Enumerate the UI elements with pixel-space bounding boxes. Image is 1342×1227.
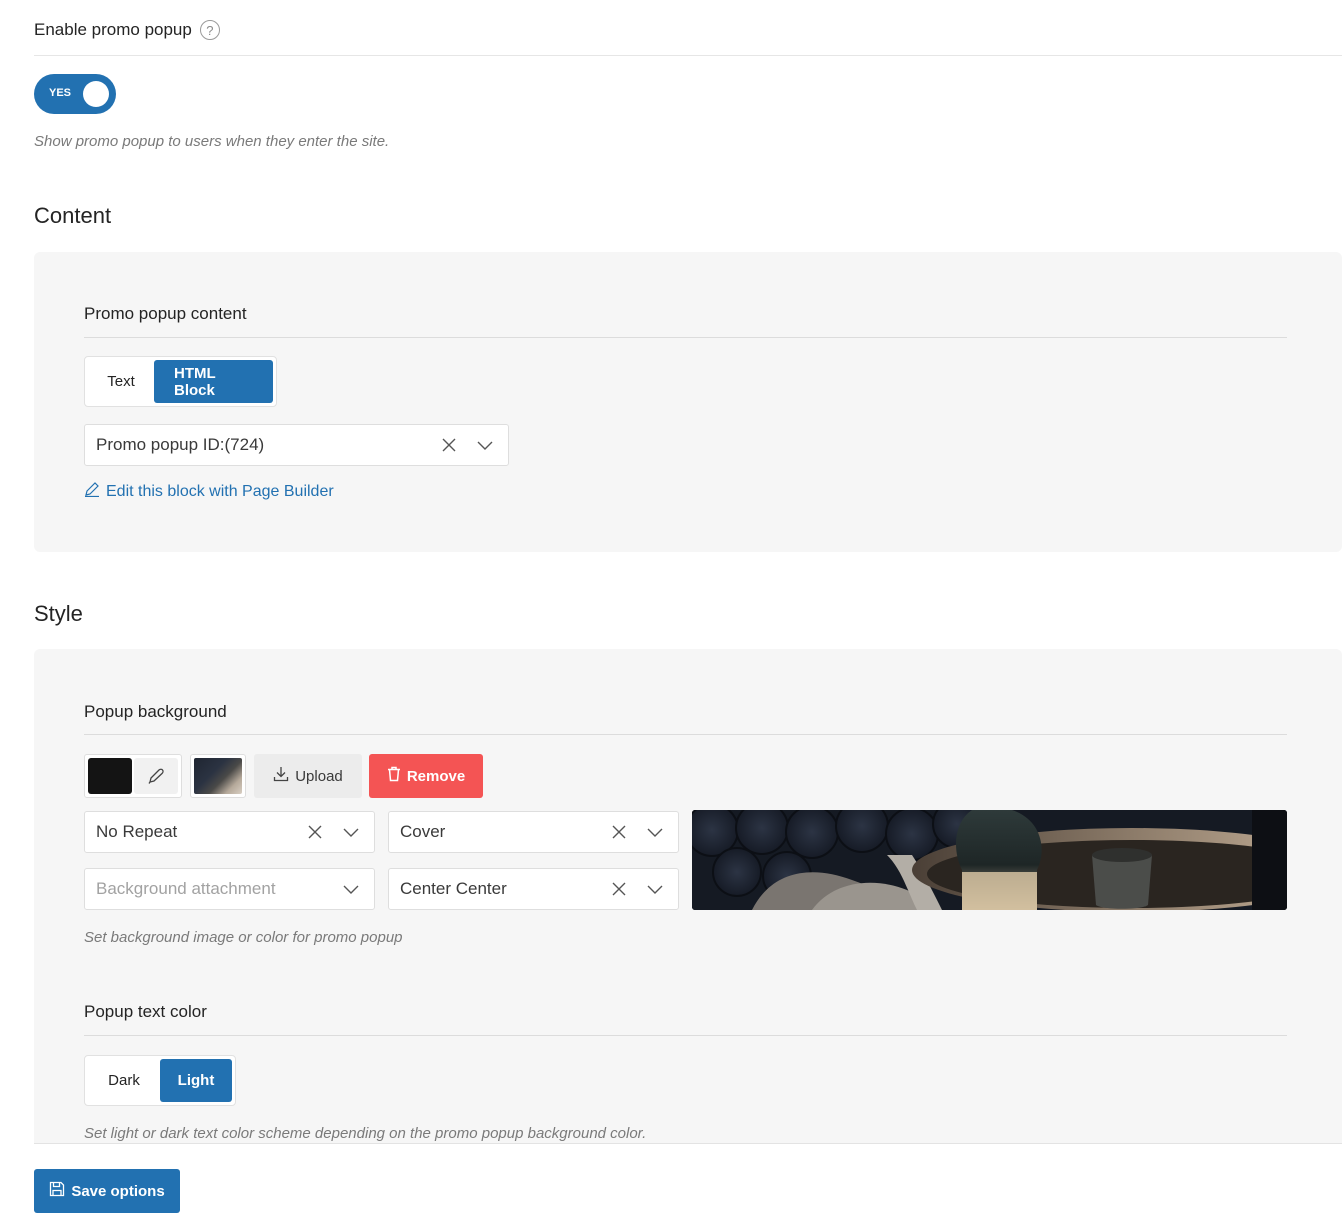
enable-popup-toggle[interactable]: YES <box>34 74 116 114</box>
text-color-switch: Dark Light <box>84 1055 236 1106</box>
save-options-label: Save options <box>71 1182 165 1200</box>
remove-label: Remove <box>406 767 466 785</box>
background-attachment-select[interactable]: Background attachment <box>84 868 375 910</box>
chevron-down-icon[interactable] <box>644 821 666 843</box>
tab-text[interactable]: Text <box>88 360 154 403</box>
html-block-select-value: Promo popup ID:(724) <box>96 435 265 454</box>
edit-link-label: Edit this block with Page Builder <box>106 482 334 500</box>
download-icon <box>273 766 289 786</box>
tab-light[interactable]: Light <box>160 1059 232 1102</box>
remove-button[interactable]: Remove <box>369 754 483 798</box>
style-heading: Style <box>34 601 83 626</box>
chevron-down-icon[interactable] <box>474 434 496 456</box>
background-position-value: Center Center <box>400 879 507 898</box>
clear-icon[interactable] <box>608 878 630 900</box>
text-color-divider <box>84 1035 1287 1036</box>
save-icon <box>49 1181 65 1201</box>
background-divider <box>84 734 1287 735</box>
color-swatch[interactable] <box>88 758 132 794</box>
toggle-knob <box>83 81 109 107</box>
enable-popup-title: Enable promo popup ? <box>34 20 220 40</box>
thumbnail-image <box>194 758 242 794</box>
text-color-description: Set light or dark text color scheme depe… <box>84 1125 647 1142</box>
background-description: Set background image or color for promo … <box>84 929 403 946</box>
top-divider <box>34 55 1342 56</box>
promo-content-title: Promo popup content <box>84 304 247 323</box>
background-size-select[interactable]: Cover <box>388 811 679 853</box>
tab-html-block[interactable]: HTML Block <box>154 360 273 403</box>
tab-dark[interactable]: Dark <box>88 1059 160 1102</box>
clear-icon[interactable] <box>608 821 630 843</box>
background-image-preview <box>692 810 1287 910</box>
popup-text-color-title: Popup text color <box>84 1002 207 1021</box>
eyedropper-icon[interactable] <box>134 758 178 794</box>
edit-page-builder-link[interactable]: Edit this block with Page Builder <box>84 481 334 502</box>
background-size-value: Cover <box>400 822 446 841</box>
background-color-control <box>84 754 182 798</box>
content-divider <box>84 337 1287 338</box>
background-position-select[interactable]: Center Center <box>388 868 679 910</box>
html-block-select[interactable]: Promo popup ID:(724) <box>84 424 509 466</box>
footer-divider <box>34 1143 1342 1144</box>
background-image-thumbnail[interactable] <box>190 754 246 798</box>
upload-label: Upload <box>295 767 343 785</box>
chevron-down-icon[interactable] <box>340 821 362 843</box>
trash-icon <box>387 766 401 786</box>
background-repeat-select[interactable]: No Repeat <box>84 811 375 853</box>
enable-popup-description: Show promo popup to users when they ente… <box>34 133 390 150</box>
background-attachment-placeholder: Background attachment <box>96 879 276 898</box>
chevron-down-icon[interactable] <box>644 878 666 900</box>
clear-icon[interactable] <box>438 434 460 456</box>
upload-button[interactable]: Upload <box>254 754 362 798</box>
save-options-button[interactable]: Save options <box>34 1169 180 1213</box>
enable-popup-label: Enable promo popup <box>34 20 192 39</box>
help-icon[interactable]: ? <box>199 20 220 40</box>
toggle-label: YES <box>49 87 72 99</box>
clear-icon[interactable] <box>304 821 326 843</box>
pencil-icon <box>84 481 100 502</box>
background-repeat-value: No Repeat <box>96 822 178 841</box>
chevron-down-icon[interactable] <box>340 878 362 900</box>
content-heading: Content <box>34 203 112 228</box>
popup-background-title: Popup background <box>84 702 227 721</box>
content-type-switch: Text HTML Block <box>84 356 277 407</box>
